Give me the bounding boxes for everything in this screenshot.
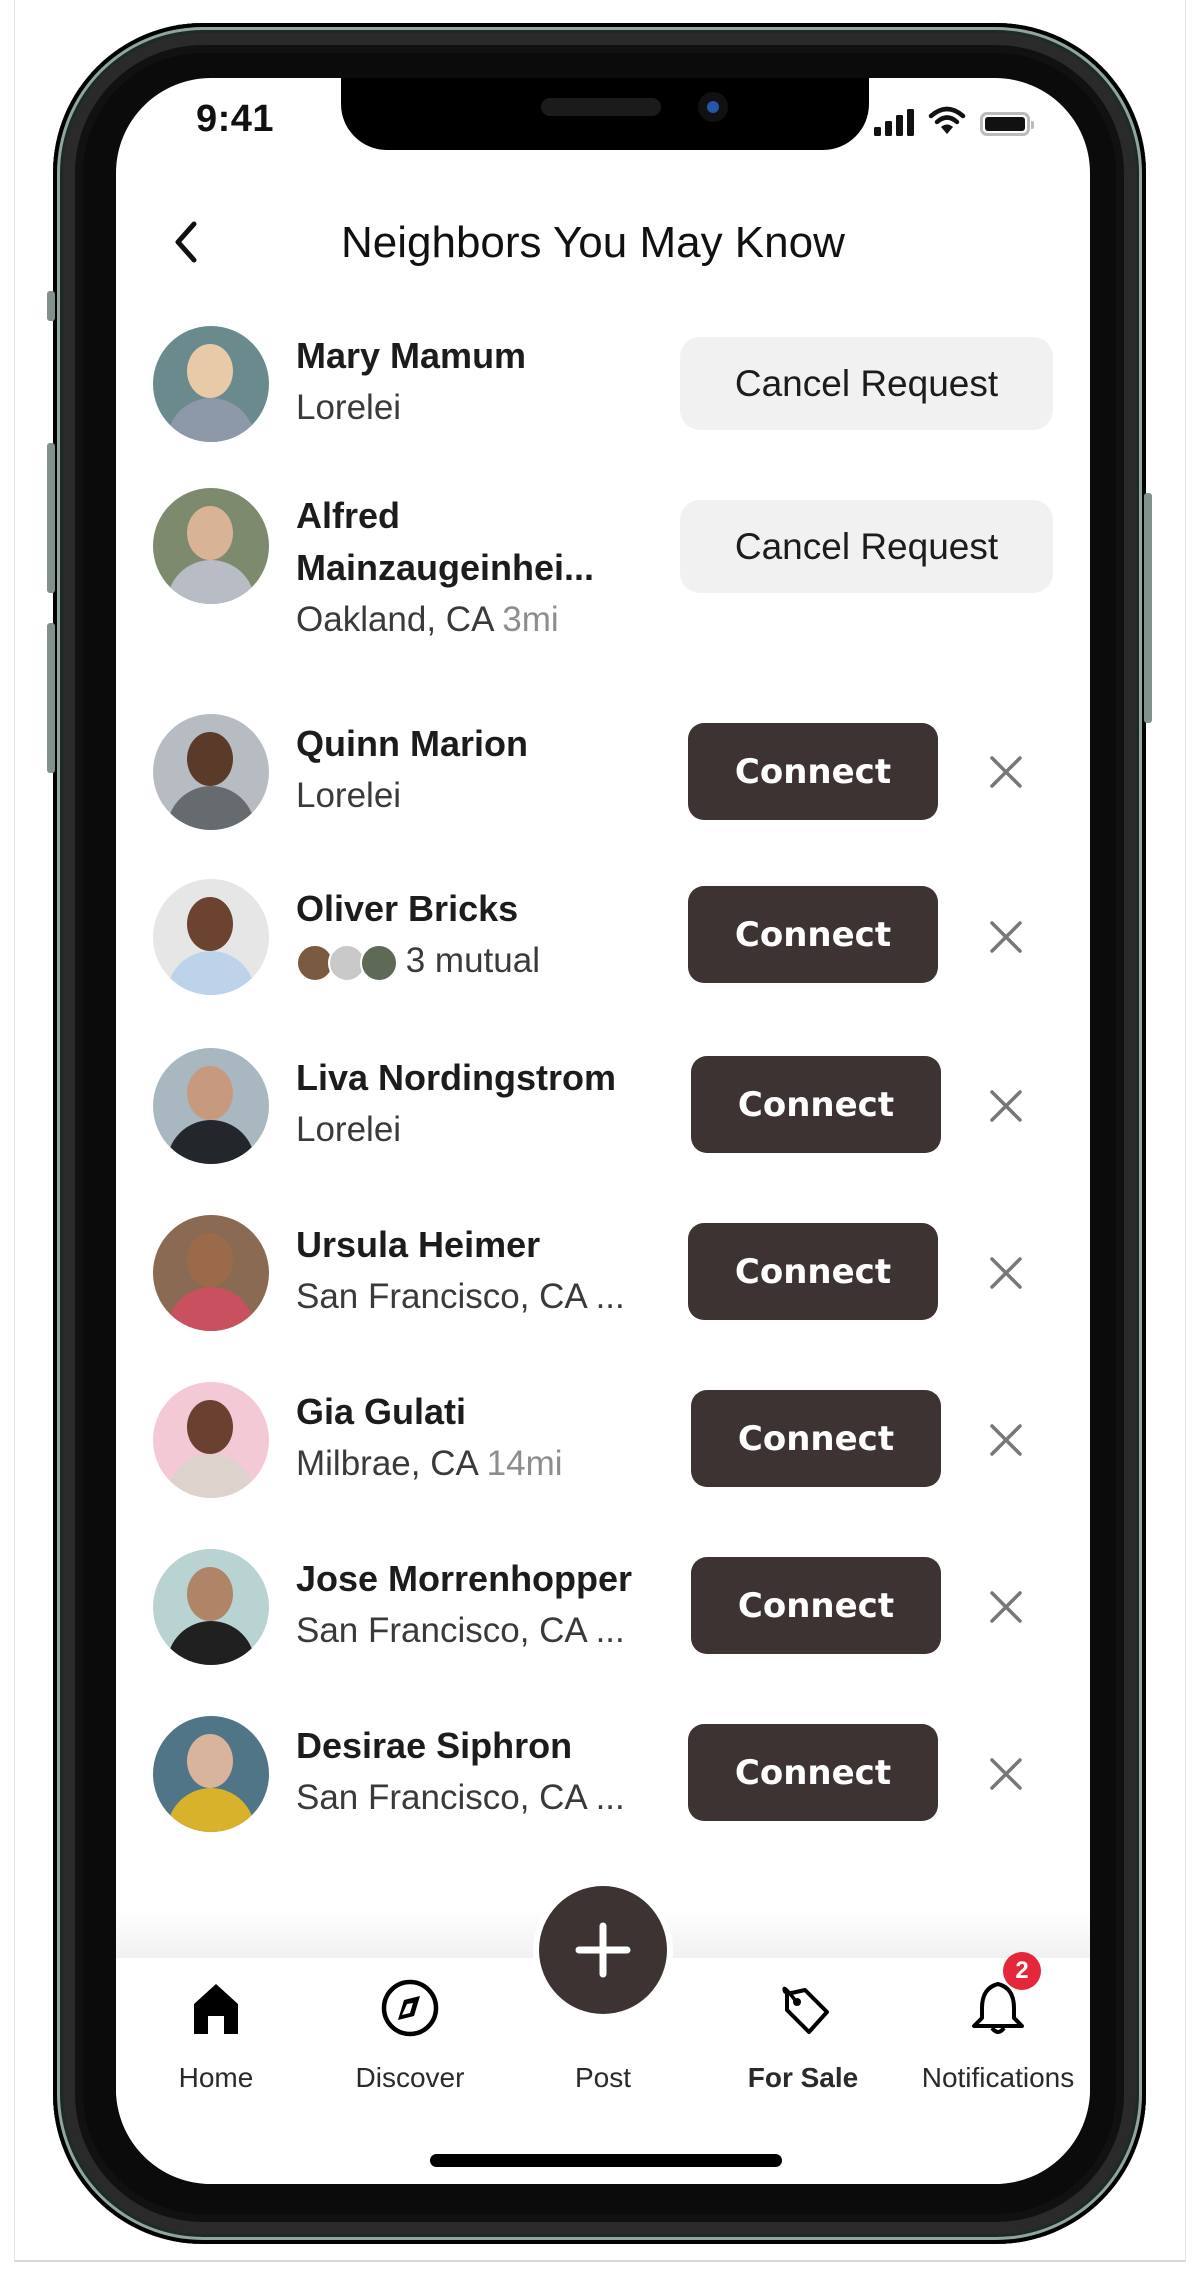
- mutual-count: 3 mutual: [405, 941, 540, 980]
- home-indicator[interactable]: [430, 2154, 782, 2167]
- avatar[interactable]: [153, 1382, 269, 1498]
- dismiss-button[interactable]: [986, 917, 1026, 957]
- volume-down-button: [47, 623, 55, 773]
- avatar[interactable]: [153, 879, 269, 995]
- close-icon: [990, 1257, 1022, 1289]
- neighbor-location: San Francisco, CA ...: [296, 1277, 625, 1316]
- dismiss-button[interactable]: [986, 752, 1026, 792]
- phone-screen: 9:41 Neighbors You May Know Mary Mamum L…: [116, 78, 1090, 2184]
- volume-up-button: [47, 443, 55, 593]
- wifi-icon: [928, 106, 966, 134]
- speaker: [541, 98, 661, 116]
- avatar[interactable]: [153, 714, 269, 830]
- avatar[interactable]: [153, 1215, 269, 1331]
- neighbor-name[interactable]: Oliver Bricks: [296, 883, 540, 935]
- cellular-signal-icon: [874, 108, 914, 136]
- connect-button[interactable]: Connect: [688, 1724, 938, 1821]
- neighbor-name[interactable]: Alfred: [296, 490, 594, 542]
- close-icon: [990, 756, 1022, 788]
- back-button[interactable]: [166, 218, 206, 266]
- status-icons: [874, 106, 1034, 136]
- header: Neighbors You May Know: [116, 196, 1090, 286]
- neighbor-name[interactable]: Gia Gulati: [296, 1386, 563, 1438]
- bottom-nav: Home Discover Post For Sale 2 Notificati…: [116, 1886, 1090, 2184]
- plus-icon: [575, 1922, 631, 1978]
- chevron-left-icon: [175, 221, 197, 263]
- dismiss-button[interactable]: [986, 1587, 1026, 1627]
- neighbor-location: San Francisco, CA ...: [296, 1611, 625, 1650]
- mutual-avatars: [296, 943, 398, 982]
- camera-icon: [698, 92, 728, 122]
- avatar[interactable]: [153, 326, 269, 442]
- neighbor-location: Lorelei: [296, 1110, 402, 1149]
- neighbor-location: Lorelei: [296, 776, 402, 815]
- post-button[interactable]: [539, 1886, 667, 2014]
- avatar[interactable]: [153, 1716, 269, 1832]
- mutual-connections[interactable]: 3 mutual: [296, 935, 540, 987]
- close-icon: [990, 921, 1022, 953]
- price-tag-icon: [782, 1986, 829, 2034]
- dismiss-button[interactable]: [986, 1086, 1026, 1126]
- neighbor-distance: 14mi: [486, 1444, 563, 1483]
- connect-button[interactable]: Connect: [691, 1390, 941, 1487]
- neighbor-name-continued[interactable]: Mainzaugeinhei...: [296, 542, 594, 594]
- neighbor-location: Milbrae, CA: [296, 1444, 477, 1483]
- power-button: [1144, 493, 1152, 723]
- nav-label: Post: [574, 2062, 632, 2093]
- notch: [341, 78, 869, 150]
- neighbor-name[interactable]: Mary Mamum: [296, 330, 526, 382]
- avatar[interactable]: [153, 488, 269, 604]
- neighbor-name[interactable]: Quinn Marion: [296, 718, 528, 770]
- neighbor-location: Lorelei: [296, 388, 402, 427]
- neighbor-name[interactable]: Liva Nordingstrom: [296, 1052, 616, 1104]
- close-icon: [990, 1424, 1022, 1456]
- avatar[interactable]: [153, 1549, 269, 1665]
- nav-label: Home: [178, 2062, 254, 2093]
- close-icon: [990, 1591, 1022, 1623]
- neighbor-location-line: Milbrae, CA 14mi: [296, 1438, 563, 1490]
- home-icon: [194, 1984, 238, 2034]
- neighbor-location: San Francisco, CA ...: [296, 1778, 625, 1817]
- cancel-request-button[interactable]: Cancel Request: [680, 500, 1053, 593]
- status-time: 9:41: [196, 98, 275, 140]
- connect-button[interactable]: Connect: [688, 886, 938, 983]
- dismiss-button[interactable]: [986, 1420, 1026, 1460]
- mutual-avatar: [360, 943, 398, 982]
- neighbor-name[interactable]: Desirae Siphron: [296, 1720, 625, 1772]
- mute-switch: [47, 291, 55, 321]
- cancel-request-button[interactable]: Cancel Request: [680, 337, 1053, 430]
- dismiss-button[interactable]: [986, 1754, 1026, 1794]
- nav-label: Notifications: [921, 2062, 1075, 2093]
- neighbor-name[interactable]: Jose Morrenhopper: [296, 1553, 632, 1605]
- compass-icon: [381, 1979, 439, 2037]
- nav-label: For Sale: [747, 2062, 859, 2093]
- nav-label: Discover: [355, 2062, 465, 2093]
- close-icon: [990, 1758, 1022, 1790]
- battery-icon: [980, 112, 1034, 136]
- notification-badge: 2: [1003, 1952, 1041, 1990]
- neighbor-name[interactable]: Ursula Heimer: [296, 1219, 625, 1271]
- connect-button[interactable]: Connect: [691, 1056, 941, 1153]
- connect-button[interactable]: Connect: [691, 1557, 941, 1654]
- avatar[interactable]: [153, 1048, 269, 1164]
- neighbor-location-line: Oakland, CA 3mi: [296, 594, 594, 646]
- neighbor-distance: 3mi: [502, 600, 559, 639]
- neighbor-location: Oakland, CA: [296, 600, 493, 639]
- close-icon: [990, 1090, 1022, 1122]
- page-title: Neighbors You May Know: [341, 218, 845, 267]
- connect-button[interactable]: Connect: [688, 723, 938, 820]
- dismiss-button[interactable]: [986, 1253, 1026, 1293]
- connect-button[interactable]: Connect: [688, 1223, 938, 1320]
